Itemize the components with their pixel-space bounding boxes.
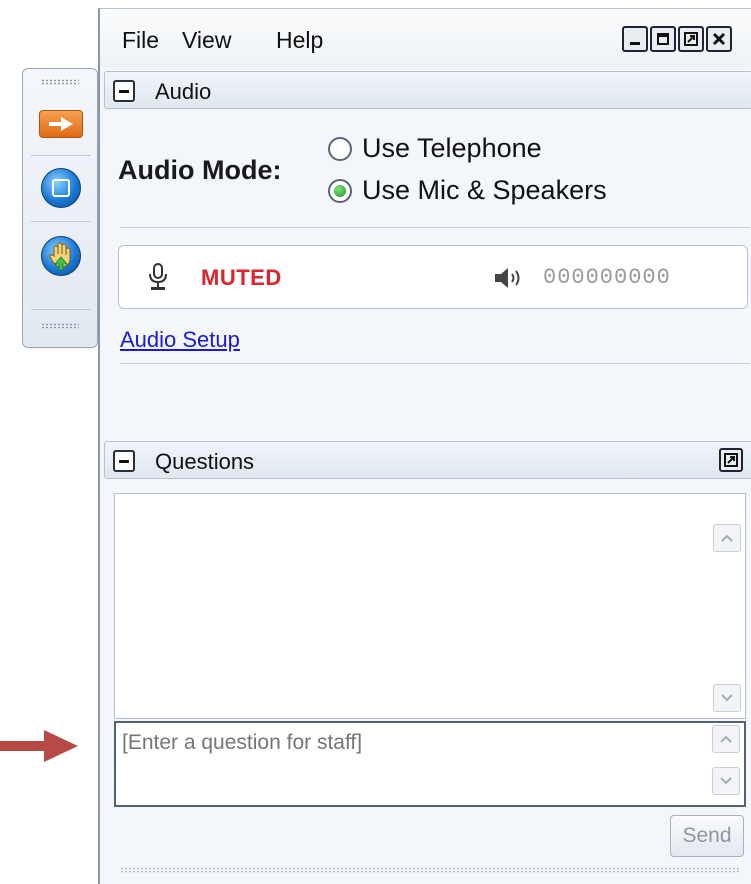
side-toolbar — [22, 68, 98, 348]
question-input[interactable] — [122, 731, 702, 795]
audio-status-box: MUTED 000000000 — [118, 245, 748, 309]
raise-hand-button[interactable] — [33, 229, 89, 283]
phone-number: 000000000 — [543, 265, 671, 290]
menu-view[interactable]: View — [182, 27, 231, 54]
maximize-icon — [657, 33, 669, 45]
audio-mode-label: Audio Mode: — [118, 155, 282, 185]
mic-status: MUTED — [201, 265, 282, 290]
audio-panel: Audio Mode: Use Telephone Use Mic & Spea… — [104, 109, 751, 435]
restore-icon — [724, 453, 738, 467]
maximize-button[interactable] — [650, 26, 676, 52]
show-control-panel-button[interactable] — [33, 97, 89, 151]
popout-questions-button[interactable] — [719, 448, 743, 472]
chevron-down-icon — [721, 694, 733, 702]
collapse-questions-icon[interactable] — [113, 450, 135, 472]
radio-use-telephone[interactable] — [328, 137, 352, 161]
callout-arrow-icon — [0, 730, 78, 762]
use-mic-speakers-label[interactable]: Use Mic & Speakers — [362, 175, 607, 206]
questions-section-title: Questions — [155, 449, 255, 474]
close-icon — [712, 32, 726, 46]
audio-section-title: Audio — [155, 79, 212, 104]
menu-bar: File View Help — [100, 9, 751, 67]
toolbar-grip-bottom[interactable] — [41, 323, 79, 329]
minimize-button[interactable] — [622, 26, 648, 52]
chevron-down-icon — [720, 777, 732, 785]
questions-section-header[interactable]: Questions — [104, 441, 751, 479]
menu-file[interactable]: File — [122, 27, 159, 54]
close-button[interactable] — [706, 26, 732, 52]
audio-setup-link[interactable]: Audio Setup — [120, 327, 240, 353]
radio-use-mic-speakers[interactable] — [328, 179, 352, 203]
chevron-up-icon — [720, 735, 732, 743]
minimize-icon — [630, 42, 640, 45]
chevron-up-icon — [721, 534, 733, 542]
question-input-container — [114, 721, 746, 807]
speaker-icon[interactable] — [493, 266, 525, 290]
microphone-icon[interactable] — [147, 262, 169, 292]
toolbar-grip-top[interactable] — [41, 79, 79, 85]
questions-scroll-down[interactable] — [713, 684, 741, 712]
restore-icon — [684, 32, 698, 46]
collapse-audio-icon[interactable] — [113, 80, 135, 102]
input-scroll-down[interactable] — [712, 767, 740, 795]
restore-button[interactable] — [678, 26, 704, 52]
questions-scroll-up[interactable] — [713, 524, 741, 552]
arrow-right-icon — [39, 110, 83, 138]
stop-square-icon — [41, 168, 81, 208]
raise-hand-icon — [41, 236, 81, 276]
input-scroll-up[interactable] — [712, 725, 740, 753]
panel-grip-bottom[interactable] — [120, 867, 740, 873]
menu-help[interactable]: Help — [276, 27, 323, 54]
control-panel: File View Help Audio Audio Mode: Use Tel… — [98, 8, 751, 884]
stop-button[interactable] — [33, 161, 89, 215]
questions-list[interactable] — [114, 493, 746, 719]
use-telephone-label[interactable]: Use Telephone — [362, 133, 542, 164]
audio-section-header[interactable]: Audio — [104, 71, 751, 109]
send-button[interactable]: Send — [670, 815, 744, 857]
